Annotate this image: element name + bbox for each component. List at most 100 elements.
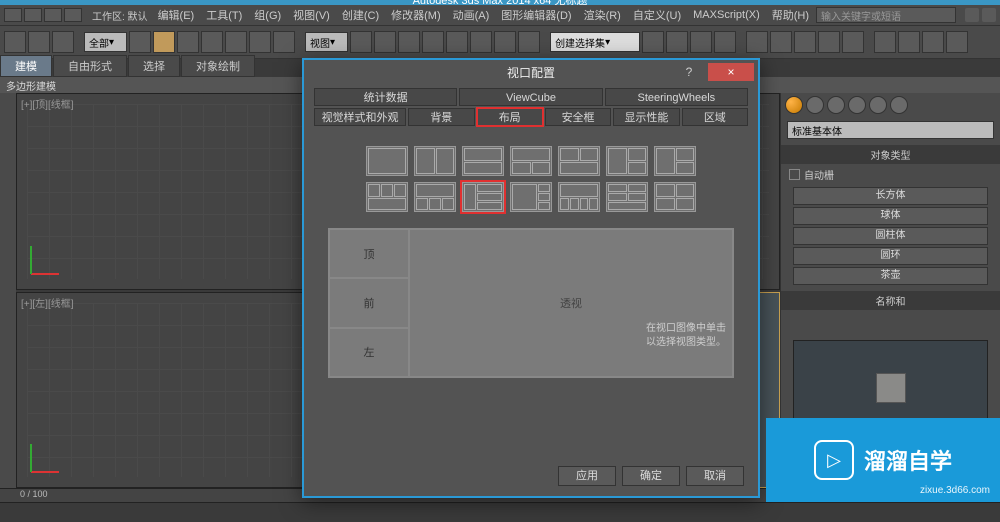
sphere-button[interactable]: 球体	[793, 207, 988, 225]
layout-thumb[interactable]	[558, 146, 600, 176]
menu-group[interactable]: 组(G)	[248, 7, 287, 23]
menu-create[interactable]: 创建(C)	[336, 7, 385, 23]
select-button[interactable]	[129, 31, 151, 53]
spinner-snap-button[interactable]	[494, 31, 516, 53]
menu-graph-editors[interactable]: 图形编辑器(D)	[495, 7, 577, 23]
layout-preview[interactable]: 顶 前 左 透视	[328, 228, 734, 378]
render-setup-button[interactable]	[794, 31, 816, 53]
tab-modeling[interactable]: 建模	[0, 55, 52, 77]
curve-editor-button[interactable]	[714, 31, 736, 53]
window-crossing-button[interactable]	[201, 31, 223, 53]
tab-statistics[interactable]: 统计数据	[314, 88, 457, 106]
render-button[interactable]	[842, 31, 864, 53]
tab-selection[interactable]: 选择	[128, 55, 180, 77]
layers-button[interactable]	[690, 31, 712, 53]
tab-safe-frames[interactable]: 安全框	[545, 108, 611, 126]
qat-button[interactable]	[24, 8, 42, 22]
dialog-titlebar[interactable]: 视口配置 ? ×	[304, 60, 758, 84]
layout-thumb[interactable]	[366, 146, 408, 176]
manip-button[interactable]	[374, 31, 396, 53]
cancel-button[interactable]: 取消	[686, 466, 744, 486]
angle-snap-button[interactable]	[446, 31, 468, 53]
create-tab-icon[interactable]	[785, 96, 803, 114]
tab-layout[interactable]: 布局	[477, 108, 543, 126]
favorites-icon[interactable]	[965, 8, 979, 22]
pivot-button[interactable]	[350, 31, 372, 53]
align-button[interactable]	[666, 31, 688, 53]
layout-thumb[interactable]	[606, 182, 648, 212]
apply-button[interactable]: 应用	[558, 466, 616, 486]
help-icon[interactable]	[982, 8, 996, 22]
menu-help[interactable]: 帮助(H)	[766, 7, 815, 23]
teapot-button[interactable]: 茶壶	[793, 267, 988, 285]
menu-edit[interactable]: 编辑(E)	[152, 7, 201, 23]
layout-thumb[interactable]	[510, 182, 552, 212]
layout-thumb[interactable]	[606, 146, 648, 176]
preview-front-cell[interactable]: 前	[329, 278, 409, 327]
menu-rendering[interactable]: 渲染(R)	[578, 7, 627, 23]
named-set-button[interactable]	[518, 31, 540, 53]
rotate-button[interactable]	[249, 31, 271, 53]
tab-display-perf[interactable]: 显示性能	[613, 108, 679, 126]
dialog-help-button[interactable]: ?	[676, 63, 702, 81]
mirror-button[interactable]	[642, 31, 664, 53]
menu-customize[interactable]: 自定义(U)	[627, 7, 687, 23]
menu-maxscript[interactable]: MAXScript(X)	[687, 9, 766, 21]
layout-thumb-selected[interactable]	[462, 182, 504, 212]
percent-snap-button[interactable]	[470, 31, 492, 53]
tab-visual-style[interactable]: 视觉样式和外观	[314, 108, 406, 126]
tab-freeform[interactable]: 自由形式	[53, 55, 127, 77]
preview-persp-cell[interactable]: 透视	[409, 229, 733, 377]
dialog-close-button[interactable]: ×	[708, 63, 754, 81]
redo-button[interactable]	[28, 31, 50, 53]
keyboard-shortcut-button[interactable]	[398, 31, 420, 53]
viewport-label[interactable]: [+][左][线框]	[21, 295, 74, 310]
move-button[interactable]	[225, 31, 247, 53]
cylinder-button[interactable]: 圆柱体	[793, 227, 988, 245]
select-object-button[interactable]	[153, 31, 175, 53]
tab-object-paint[interactable]: 对象绘制	[181, 55, 255, 77]
layout-thumb[interactable]	[510, 146, 552, 176]
geometry-type-dropdown[interactable]: 标准基本体	[787, 121, 994, 139]
layout-thumb[interactable]	[558, 182, 600, 212]
preview-left-cell[interactable]: 左	[329, 328, 409, 377]
ref-coord-dropdown[interactable]: 视图 ▾	[305, 32, 348, 52]
name-rollout[interactable]: 名称和	[781, 291, 1000, 310]
material-editor-button[interactable]	[770, 31, 792, 53]
qat-button[interactable]	[44, 8, 62, 22]
autogrid-checkbox[interactable]	[789, 169, 800, 180]
app-menu-button[interactable]	[4, 8, 22, 22]
scale-button[interactable]	[273, 31, 295, 53]
viewport-label[interactable]: [+][顶][线框]	[21, 96, 74, 111]
tab-background[interactable]: 背景	[408, 108, 474, 126]
timeline[interactable]	[0, 502, 1000, 522]
layout-thumb[interactable]	[654, 182, 696, 212]
ok-button[interactable]: 确定	[622, 466, 680, 486]
select-region-button[interactable]	[177, 31, 199, 53]
undo-button[interactable]	[4, 31, 26, 53]
extra-button[interactable]	[946, 31, 968, 53]
tab-regions[interactable]: 区域	[682, 108, 748, 126]
menu-views[interactable]: 视图(V)	[287, 7, 336, 23]
selection-filter-dropdown[interactable]: 全部 ▾	[84, 32, 127, 52]
torus-button[interactable]: 圆环	[793, 247, 988, 265]
render-frame-button[interactable]	[818, 31, 840, 53]
preview-top-cell[interactable]: 顶	[329, 229, 409, 278]
layout-thumb[interactable]	[414, 182, 456, 212]
schematic-button[interactable]	[746, 31, 768, 53]
object-type-rollout[interactable]: 对象类型	[781, 145, 1000, 164]
box-button[interactable]: 长方体	[793, 187, 988, 205]
snap-toggle-button[interactable]	[422, 31, 444, 53]
menu-modifiers[interactable]: 修改器(M)	[385, 7, 447, 23]
layout-thumb[interactable]	[654, 146, 696, 176]
tab-viewcube[interactable]: ViewCube	[459, 88, 602, 106]
link-button[interactable]	[52, 31, 74, 53]
layout-thumb[interactable]	[462, 146, 504, 176]
extra-button[interactable]	[874, 31, 896, 53]
menu-animation[interactable]: 动画(A)	[447, 7, 496, 23]
layout-thumb[interactable]	[366, 182, 408, 212]
modify-tab-icon[interactable]	[806, 96, 824, 114]
tab-steeringwheels[interactable]: SteeringWheels	[605, 88, 748, 106]
named-selection-dropdown[interactable]: 创建选择集 ▾	[550, 32, 640, 52]
utilities-tab-icon[interactable]	[890, 96, 908, 114]
